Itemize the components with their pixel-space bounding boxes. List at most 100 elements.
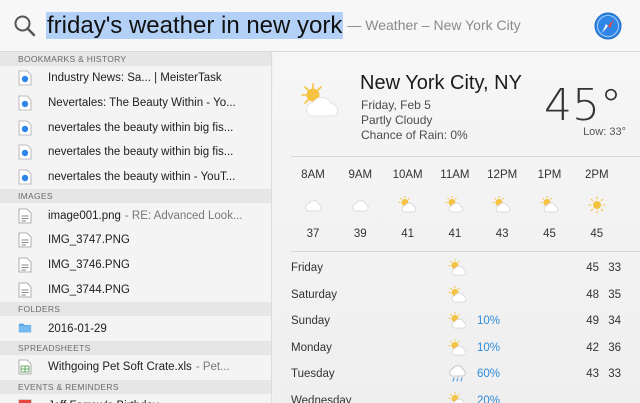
precip-chance: 60%	[477, 368, 501, 381]
hour-label: 10AM	[392, 169, 423, 181]
sun-icon	[586, 196, 608, 214]
divider	[291, 251, 640, 252]
current-temperature: 45°	[544, 80, 622, 131]
result-subtitle: - RE: Advanced Look...	[124, 209, 243, 222]
result-title: Industry News: Sa... | MeisterTask	[48, 72, 222, 85]
section-header: EVENTS & REMINDERS	[0, 379, 271, 394]
folder-icon	[18, 321, 32, 337]
hour-temperature: 39	[353, 228, 367, 240]
result-item[interactable]: Withgoing Pet Soft Crate.xls - Pet...	[0, 355, 271, 380]
partly-cloudy-icon	[447, 285, 469, 304]
result-title: Withgoing Pet Soft Crate.xls	[48, 361, 192, 374]
partly-cloudy-icon	[397, 196, 419, 214]
high-temperature: 49	[586, 315, 599, 328]
rain-icon	[447, 365, 469, 383]
result-item[interactable]: Nevertales: The Beauty Within - Yo...	[0, 91, 271, 116]
result-item[interactable]: 2016-01-29	[0, 316, 271, 341]
hour-temperature: 45	[590, 228, 604, 240]
section-header: IMAGES	[0, 189, 271, 204]
calendar-icon	[18, 398, 32, 403]
web-document-icon	[18, 169, 32, 185]
weather-date: Friday, Feb 5	[361, 98, 431, 112]
result-item[interactable]: nevertales the beauty within big fis...	[0, 140, 271, 165]
results-list: BOOKMARKS & HISTORY Industry News: Sa... …	[0, 52, 272, 403]
result-title: IMG_3744.PNG	[48, 283, 130, 296]
hourly-column: 11AM 41	[433, 168, 477, 240]
day-name: Tuesday	[291, 368, 335, 381]
safari-icon[interactable]	[594, 12, 622, 40]
spotlight-search-bar: friday's weather in new york — Weather – …	[0, 0, 640, 52]
daily-row: Sunday 10% 49 34	[291, 309, 640, 336]
search-query[interactable]: friday's weather in new york — Weather – …	[46, 8, 521, 42]
result-title: Nevertales: The Beauty Within - Yo...	[48, 97, 236, 110]
low-temperature: 34	[608, 315, 621, 328]
hour-label: 2PM	[584, 169, 609, 181]
result-item[interactable]: IMG_3747.PNG	[0, 228, 271, 253]
daily-forecast: Friday 45 33 Saturday 48 35 Sunday 10% 49 34 Monda…	[291, 256, 640, 403]
result-subtitle: - Pet...	[195, 361, 230, 374]
day-name: Friday	[291, 262, 323, 274]
daily-row: Friday 45 33	[291, 256, 640, 283]
hour-temperature: 45	[543, 228, 556, 240]
section-header: BOOKMARKS & HISTORY	[0, 52, 271, 66]
result-title: IMG_3747.PNG	[48, 234, 130, 247]
search-query-text[interactable]: friday's weather in new york	[46, 12, 344, 39]
precip-chance: 20%	[477, 394, 501, 403]
result-title: 2016-01-29	[48, 322, 107, 335]
day-name: Wednesday	[291, 394, 352, 403]
low-temperature: 35	[608, 288, 621, 301]
low-temperature: 36	[608, 341, 621, 354]
search-query-suggestion: — Weather – New York City	[347, 17, 521, 33]
weather-rain-chance: Chance of Rain: 0%	[361, 128, 468, 142]
partly-cloudy-icon	[447, 312, 469, 330]
section-header: SPREADSHEETS	[0, 340, 271, 355]
hourly-column: 2PM 45	[575, 168, 619, 240]
result-title: IMG_3746.PNG	[48, 259, 130, 272]
image-file-icon	[18, 282, 32, 298]
divider	[291, 156, 640, 157]
cloud-icon	[302, 196, 324, 214]
partly-cloudy-icon	[447, 391, 469, 403]
daily-row: Monday 10% 42 36	[291, 336, 640, 363]
result-title: nevertales the beauty within big fis...	[48, 146, 234, 159]
image-file-icon	[18, 257, 32, 273]
result-item[interactable]: Jeff Farrow's Birthday	[0, 394, 271, 403]
daily-row: Tuesday 60% 43 33	[291, 362, 640, 389]
high-temperature: 43	[586, 368, 599, 381]
hourly-forecast: 8AM 37 9AM 39 10AM 41 11AM 41 12PM 43 1PM 45 2PM 45	[291, 168, 640, 248]
cloud-icon	[349, 196, 371, 214]
precip-chance: 10%	[477, 341, 501, 354]
result-item[interactable]: Industry News: Sa... | MeisterTask	[0, 66, 271, 91]
high-temperature: 45	[586, 262, 599, 274]
partly-cloudy-icon	[491, 196, 513, 214]
hour-temperature: 37	[306, 228, 320, 240]
hour-label: 1PM	[537, 169, 562, 181]
low-temperature: 33	[608, 368, 621, 381]
day-name: Saturday	[291, 288, 338, 301]
result-item[interactable]: IMG_3744.PNG	[0, 278, 271, 303]
partly-cloudy-icon	[444, 196, 466, 214]
partly-cloudy-icon	[447, 338, 469, 357]
weather-condition: Partly Cloudy	[361, 113, 433, 127]
result-item[interactable]: IMG_3746.PNG	[0, 253, 271, 278]
hour-temperature: 41	[448, 228, 462, 240]
hourly-column: 8AM 37	[291, 168, 335, 240]
hour-temperature: 41	[401, 228, 414, 240]
result-item[interactable]: nevertales the beauty within big fis...	[0, 115, 271, 140]
high-temperature: 42	[586, 341, 599, 354]
spreadsheet-file-icon	[18, 359, 32, 375]
day-name: Sunday	[291, 315, 331, 328]
web-document-icon	[18, 95, 32, 111]
web-document-icon	[18, 120, 32, 136]
hourly-column: 9AM 39	[338, 168, 382, 240]
result-item[interactable]: nevertales the beauty within - YouT...	[0, 165, 271, 190]
partly-cloudy-icon	[539, 196, 561, 214]
hourly-column: 10AM 41	[386, 168, 430, 240]
hourly-column: 12PM 43	[480, 168, 524, 240]
result-item[interactable]: image001.png - RE: Advanced Look...	[0, 203, 271, 228]
hourly-column: 1PM 45	[528, 168, 572, 240]
result-title: nevertales the beauty within - YouT...	[48, 171, 236, 184]
web-document-icon	[18, 144, 32, 160]
daily-row: Saturday 48 35	[291, 283, 640, 310]
high-temperature: 48	[586, 288, 599, 301]
